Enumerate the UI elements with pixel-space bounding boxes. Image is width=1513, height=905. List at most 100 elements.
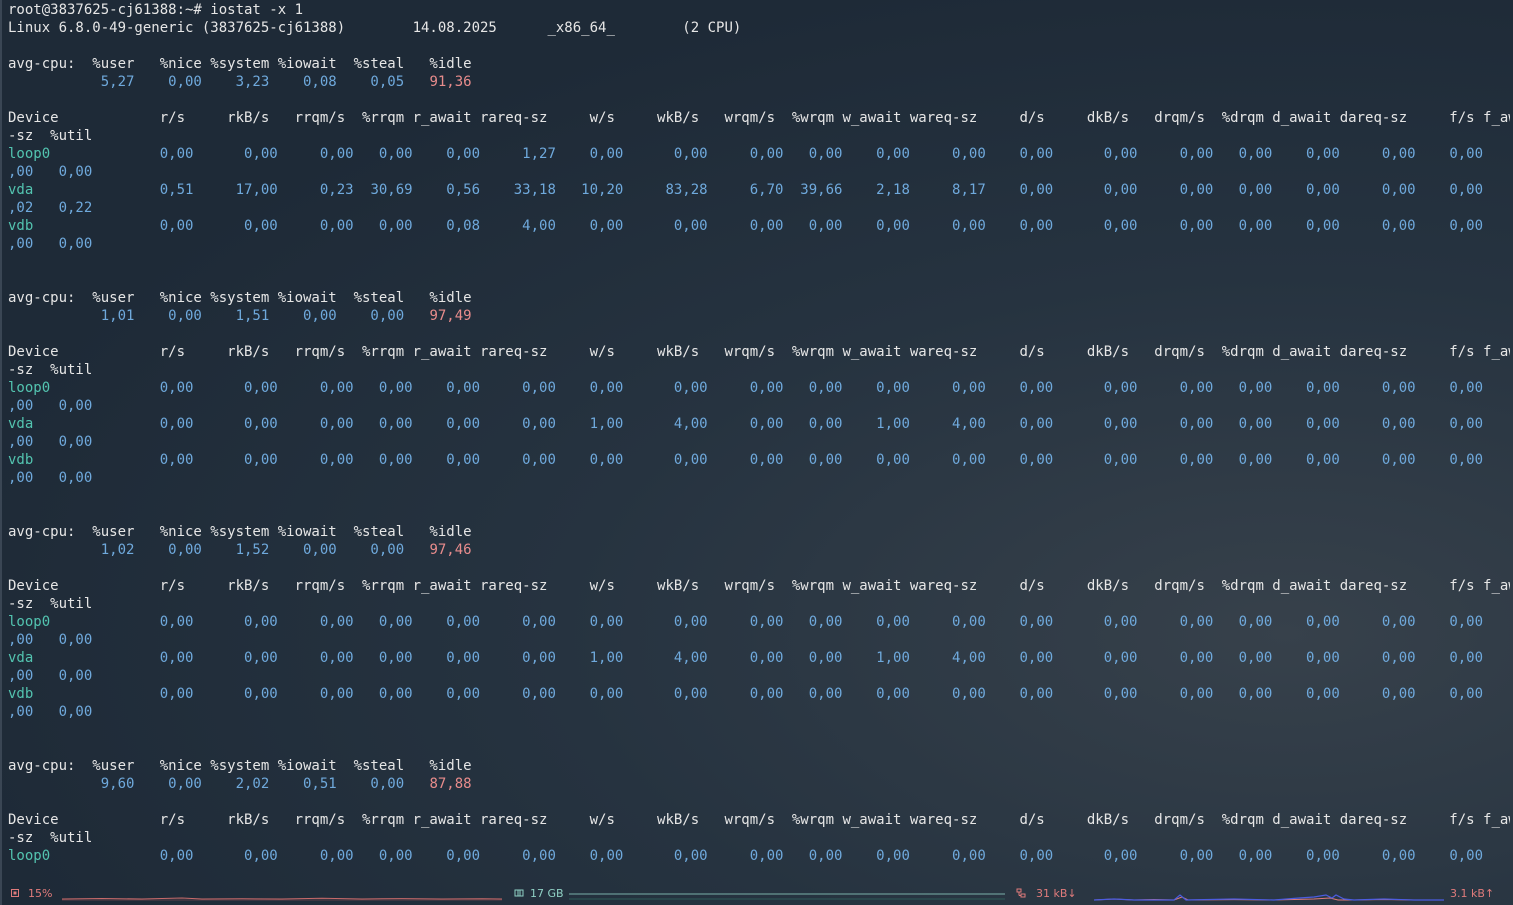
device-values: 0,00 0,00 0,00 0,00 0,00 1,27 0,00 0,00 … bbox=[50, 146, 1510, 162]
device-name: vda bbox=[8, 650, 34, 666]
device-name: vda bbox=[8, 182, 34, 198]
device-name: loop0 bbox=[8, 380, 51, 396]
device-name: vdb bbox=[8, 452, 34, 468]
device-values: 0,00 0,00 0,00 0,00 0,00 0,00 0,00 0,00 … bbox=[50, 380, 1510, 396]
device-values-wrap: ,00 0,00 bbox=[8, 470, 93, 486]
memory-usage-graph bbox=[569, 893, 1005, 900]
device-values: 0,00 0,00 0,00 0,00 0,00 0,00 0,00 0,00 … bbox=[33, 452, 1510, 468]
device-values-wrap: ,02 0,22 bbox=[8, 200, 93, 216]
device-row: loop0 0,00 0,00 0,00 0,00 0,00 0,00 0,00… bbox=[8, 847, 1510, 865]
device-row-wrap: ,00 0,00 bbox=[8, 397, 1510, 415]
memory-icon bbox=[514, 889, 524, 897]
device-row: vda 0,00 0,00 0,00 0,00 0,00 0,00 1,00 4… bbox=[8, 649, 1510, 667]
cpu-header-text: avg-cpu: %user %nice %system %iowait %st… bbox=[8, 290, 472, 306]
network-traffic-graph bbox=[1094, 894, 1444, 901]
cpu-values-row: 5,27 0,00 3,23 0,08 0,05 91,36 bbox=[8, 73, 1510, 91]
device-header-wrap-row: -sz %util bbox=[8, 595, 1510, 613]
cpu-values: 9,60 0,00 2,02 0,51 0,00 bbox=[8, 776, 430, 792]
device-values-wrap: ,00 0,00 bbox=[8, 434, 93, 450]
device-row: loop0 0,00 0,00 0,00 0,00 0,00 0,00 0,00… bbox=[8, 613, 1510, 631]
device-values: 0,00 0,00 0,00 0,00 0,00 0,00 0,00 0,00 … bbox=[33, 686, 1510, 702]
device-row: vda 0,00 0,00 0,00 0,00 0,00 0,00 1,00 4… bbox=[8, 415, 1510, 433]
network-upload-value: 3.1 kB↑ bbox=[1450, 887, 1495, 900]
device-row-wrap: ,00 0,00 bbox=[8, 469, 1510, 487]
device-header-row: Device r/s rkB/s rrqm/s %rrqm r_await ra… bbox=[8, 109, 1510, 127]
device-values-wrap: ,00 0,00 bbox=[8, 236, 93, 252]
device-header-wrap-text: -sz %util bbox=[8, 128, 93, 144]
cpu-values-row: 1,01 0,00 1,51 0,00 0,00 97,49 bbox=[8, 307, 1510, 325]
device-header-wrap-text: -sz %util bbox=[8, 596, 93, 612]
device-row: vdb 0,00 0,00 0,00 0,00 0,00 0,00 0,00 0… bbox=[8, 451, 1510, 469]
device-row-wrap: ,02 0,22 bbox=[8, 199, 1510, 217]
device-header-wrap-row: -sz %util bbox=[8, 361, 1510, 379]
system-info-text: Linux 6.8.0-49-generic (3837625-cj61388)… bbox=[8, 20, 742, 36]
device-name: loop0 bbox=[8, 614, 51, 630]
device-values-wrap: ,00 0,00 bbox=[8, 632, 93, 648]
cpu-idle-value: 91,36 bbox=[429, 74, 472, 90]
device-name: vda bbox=[8, 416, 34, 432]
device-header-wrap-text: -sz %util bbox=[8, 830, 93, 846]
cpu-idle-value: 97,46 bbox=[429, 542, 472, 558]
device-row: vdb 0,00 0,00 0,00 0,00 0,08 4,00 0,00 0… bbox=[8, 217, 1510, 235]
cpu-usage-graph bbox=[62, 897, 502, 901]
device-row-wrap: ,00 0,00 bbox=[8, 163, 1510, 181]
cpu-header-row: avg-cpu: %user %nice %system %iowait %st… bbox=[8, 55, 1510, 73]
cpu-header-row: avg-cpu: %user %nice %system %iowait %st… bbox=[8, 523, 1510, 541]
cpu-values-row: 9,60 0,00 2,02 0,51 0,00 87,88 bbox=[8, 775, 1510, 793]
cpu-idle-value: 97,49 bbox=[429, 308, 472, 324]
device-row-wrap: ,00 0,00 bbox=[8, 631, 1510, 649]
device-row: vda 0,51 17,00 0,23 30,69 0,56 33,18 10,… bbox=[8, 181, 1510, 199]
terminal-window[interactable]: root@3837625-cj61388:~# iostat -x 1 Linux… bbox=[0, 0, 1513, 905]
device-header-text: Device r/s rkB/s rrqm/s %rrqm r_await ra… bbox=[8, 344, 1510, 360]
device-header-text: Device r/s rkB/s rrqm/s %rrqm r_await ra… bbox=[8, 110, 1510, 126]
device-row: vdb 0,00 0,00 0,00 0,00 0,00 0,00 0,00 0… bbox=[8, 685, 1510, 703]
cpu-header-text: avg-cpu: %user %nice %system %iowait %st… bbox=[8, 56, 472, 72]
device-row: loop0 0,00 0,00 0,00 0,00 0,00 0,00 0,00… bbox=[8, 379, 1510, 397]
command-text: root@3837625-cj61388:~# iostat -x 1 bbox=[8, 2, 304, 18]
network-icon bbox=[1016, 888, 1026, 898]
cpu-values-row: 1,02 0,00 1,52 0,00 0,00 97,46 bbox=[8, 541, 1510, 559]
device-values: 0,00 0,00 0,00 0,00 0,08 4,00 0,00 0,00 … bbox=[33, 218, 1510, 234]
device-header-row: Device r/s rkB/s rrqm/s %rrqm r_await ra… bbox=[8, 577, 1510, 595]
terminal-output[interactable]: root@3837625-cj61388:~# iostat -x 1 Linux… bbox=[8, 1, 1510, 865]
device-name: vdb bbox=[8, 686, 34, 702]
device-values-wrap: ,00 0,00 bbox=[8, 398, 93, 414]
device-row: loop0 0,00 0,00 0,00 0,00 0,00 1,27 0,00… bbox=[8, 145, 1510, 163]
device-values: 0,00 0,00 0,00 0,00 0,00 0,00 0,00 0,00 … bbox=[50, 614, 1510, 630]
device-name: loop0 bbox=[8, 848, 51, 864]
device-name: vdb bbox=[8, 218, 34, 234]
device-header-text: Device r/s rkB/s rrqm/s %rrqm r_await ra… bbox=[8, 812, 1510, 828]
device-values: 0,00 0,00 0,00 0,00 0,00 0,00 0,00 0,00 … bbox=[50, 848, 1510, 864]
device-header-row: Device r/s rkB/s rrqm/s %rrqm r_await ra… bbox=[8, 811, 1510, 829]
device-header-wrap-row: -sz %util bbox=[8, 829, 1510, 847]
device-values-wrap: ,00 0,00 bbox=[8, 164, 93, 180]
device-header-row: Device r/s rkB/s rrqm/s %rrqm r_await ra… bbox=[8, 343, 1510, 361]
device-values-wrap: ,00 0,00 bbox=[8, 704, 93, 720]
cpu-values: 1,02 0,00 1,52 0,00 0,00 bbox=[8, 542, 430, 558]
device-values: 0,00 0,00 0,00 0,00 0,00 0,00 1,00 4,00 … bbox=[33, 416, 1510, 432]
status-bar: 15% 17 GB 31 kB↓ 3.1 kB↑ bbox=[2, 884, 1513, 905]
cpu-header-row: avg-cpu: %user %nice %system %iowait %st… bbox=[8, 757, 1510, 775]
device-values: 0,51 17,00 0,23 30,69 0,56 33,18 10,20 8… bbox=[33, 182, 1510, 198]
device-values: 0,00 0,00 0,00 0,00 0,00 0,00 1,00 4,00 … bbox=[33, 650, 1510, 666]
cpu-usage-value: 15% bbox=[28, 887, 53, 900]
device-values-wrap: ,00 0,00 bbox=[8, 668, 93, 684]
device-name: loop0 bbox=[8, 146, 51, 162]
cpu-values: 5,27 0,00 3,23 0,08 0,05 bbox=[8, 74, 430, 90]
cpu-header-text: avg-cpu: %user %nice %system %iowait %st… bbox=[8, 758, 472, 774]
device-header-wrap-text: -sz %util bbox=[8, 362, 93, 378]
cpu-icon bbox=[11, 889, 19, 897]
cpu-values: 1,01 0,00 1,51 0,00 0,00 bbox=[8, 308, 430, 324]
device-row-wrap: ,00 0,00 bbox=[8, 433, 1510, 451]
